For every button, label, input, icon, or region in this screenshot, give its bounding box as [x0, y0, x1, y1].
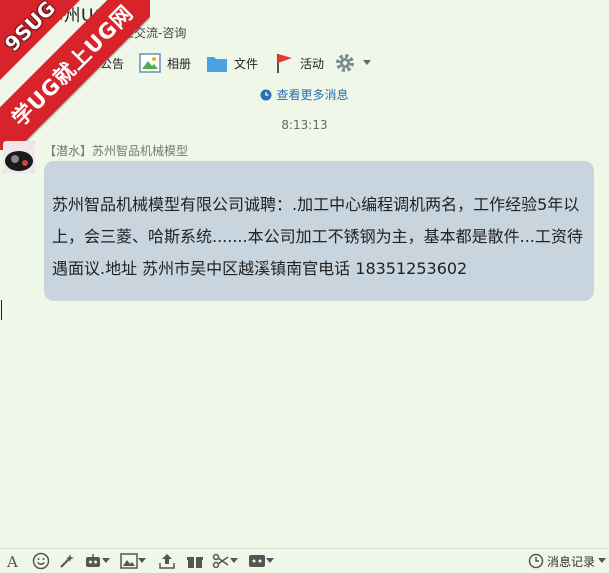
message-bubble[interactable]: 苏州智品机械模型有限公司诚聘：.加工中心编程调机两名，工作经验5年以上，会三菱、…: [44, 161, 594, 301]
more-tools-button[interactable]: [248, 551, 274, 571]
upload-button[interactable]: [158, 551, 176, 571]
clock-icon: [260, 89, 272, 104]
emoji-button[interactable]: [32, 551, 50, 571]
announcement-label: 公告: [100, 56, 125, 71]
magic-wand-icon: [60, 554, 74, 568]
image-icon: [120, 553, 138, 569]
history-label: 消息记录: [547, 554, 596, 569]
group-title[interactable]: 苏州UG编程: [46, 1, 143, 26]
chevron-down-icon: [102, 558, 110, 563]
upload-icon: [159, 554, 175, 569]
magic-button[interactable]: [58, 551, 76, 571]
message-text: 苏州智品机械模型有限公司诚聘：.加工中心编程调机两名，工作经验5年以上，会三菱、…: [52, 195, 583, 278]
group-avatar[interactable]: [4, 0, 42, 36]
album-button[interactable]: 相册: [139, 50, 191, 76]
chat-header: 苏州UG编程 行业交流-咨询 公告 相册 文件 活动: [0, 0, 609, 80]
sender-name[interactable]: 【潜水】苏州智品机械模型: [44, 142, 188, 159]
vibrate-button[interactable]: [84, 551, 110, 571]
history-button[interactable]: 消息记录: [528, 551, 607, 571]
activity-label: 活动: [300, 56, 325, 71]
apps-icon: [249, 555, 265, 567]
activity-button[interactable]: 活动: [274, 50, 324, 76]
chevron-down-icon: [138, 558, 146, 563]
folder-icon: [207, 57, 227, 72]
input-toolbar: A 消息记录: [0, 548, 609, 573]
clock-icon: [528, 553, 544, 569]
files-button[interactable]: 文件: [206, 50, 258, 76]
group-toolbar: 公告 相册 文件 活动: [0, 50, 609, 76]
chevron-down-icon: [363, 60, 371, 65]
chevron-down-icon: [266, 558, 274, 563]
text-cursor: [1, 300, 2, 320]
image-button[interactable]: [120, 551, 146, 571]
sender-avatar[interactable]: [3, 141, 35, 173]
announcement-button[interactable]: 公告: [100, 50, 124, 76]
gift-icon: [187, 557, 203, 568]
gift-button[interactable]: [186, 551, 204, 571]
group-subtitle: 行业交流-咨询: [110, 26, 187, 40]
flag-icon: [277, 54, 292, 73]
screenshot-button[interactable]: [212, 551, 238, 571]
album-label: 相册: [167, 56, 192, 71]
gear-icon: [336, 54, 354, 72]
message-timestamp: 8:13:13: [281, 118, 328, 132]
files-label: 文件: [234, 56, 259, 71]
chevron-down-icon: [230, 558, 238, 563]
robot-icon: [86, 554, 100, 567]
font-icon: A: [6, 553, 18, 569]
smiley-icon: [32, 552, 50, 570]
view-more-label: 查看更多消息: [276, 88, 349, 102]
scissors-icon: [212, 553, 229, 569]
font-button[interactable]: A: [6, 551, 22, 571]
album-icon: [139, 53, 161, 73]
view-more-link[interactable]: 查看更多消息: [0, 86, 609, 104]
svg-text:A: A: [6, 553, 18, 569]
chevron-down-icon: [598, 558, 607, 563]
settings-button[interactable]: [333, 50, 377, 76]
